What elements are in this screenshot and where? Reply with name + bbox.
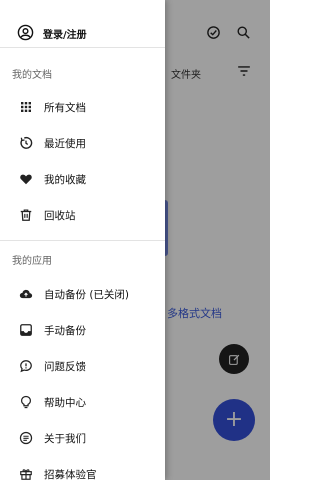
gift-icon [19,467,33,480]
menu-item-label: 自动备份 (已关闭) [44,289,130,301]
menu-item-recruit-testers[interactable]: 招募体验官 [0,457,165,480]
heart-icon [19,172,33,186]
history-icon [19,136,33,150]
about-icon [19,431,33,445]
login-register-row[interactable]: 登录/注册 [0,18,165,48]
navigation-drawer: 登录/注册 我的文档 所有文档 最近使用 我的收藏 回收站 我的应用 自动备份 … [0,0,165,480]
menu-item-label: 我的收藏 [44,174,86,186]
menu-item-favorites[interactable]: 我的收藏 [0,162,165,196]
feedback-icon [19,359,33,373]
menu-item-label: 所有文档 [44,102,86,114]
menu-item-label: 最近使用 [44,138,86,150]
menu-item-label: 问题反馈 [44,361,86,373]
menu-item-auto-backup[interactable]: 自动备份 (已关闭) [0,277,165,311]
menu-item-about-us[interactable]: 关于我们 [0,421,165,455]
menu-item-label: 招募体验官 [44,469,97,480]
divider [0,47,165,48]
user-avatar-icon [17,24,34,41]
divider [0,240,165,241]
section-title-apps: 我的应用 [12,256,52,267]
menu-item-trash[interactable]: 回收站 [0,198,165,232]
menu-item-label: 帮助中心 [44,397,86,409]
menu-item-manual-backup[interactable]: 手动备份 [0,313,165,347]
grid-icon [19,100,33,114]
trash-icon [19,208,33,222]
menu-item-label: 关于我们 [44,433,86,445]
login-register-label: 登录/注册 [43,30,87,41]
menu-item-feedback[interactable]: 问题反馈 [0,349,165,383]
menu-item-label: 手动备份 [44,325,86,337]
menu-item-recent[interactable]: 最近使用 [0,126,165,160]
inbox-icon [19,323,33,337]
help-icon [19,395,33,409]
menu-item-all-documents[interactable]: 所有文档 [0,90,165,124]
section-title-documents: 我的文档 [12,70,52,81]
menu-item-label: 回收站 [44,210,76,222]
cloud-upload-icon [19,287,33,301]
menu-item-help-center[interactable]: 帮助中心 [0,385,165,419]
